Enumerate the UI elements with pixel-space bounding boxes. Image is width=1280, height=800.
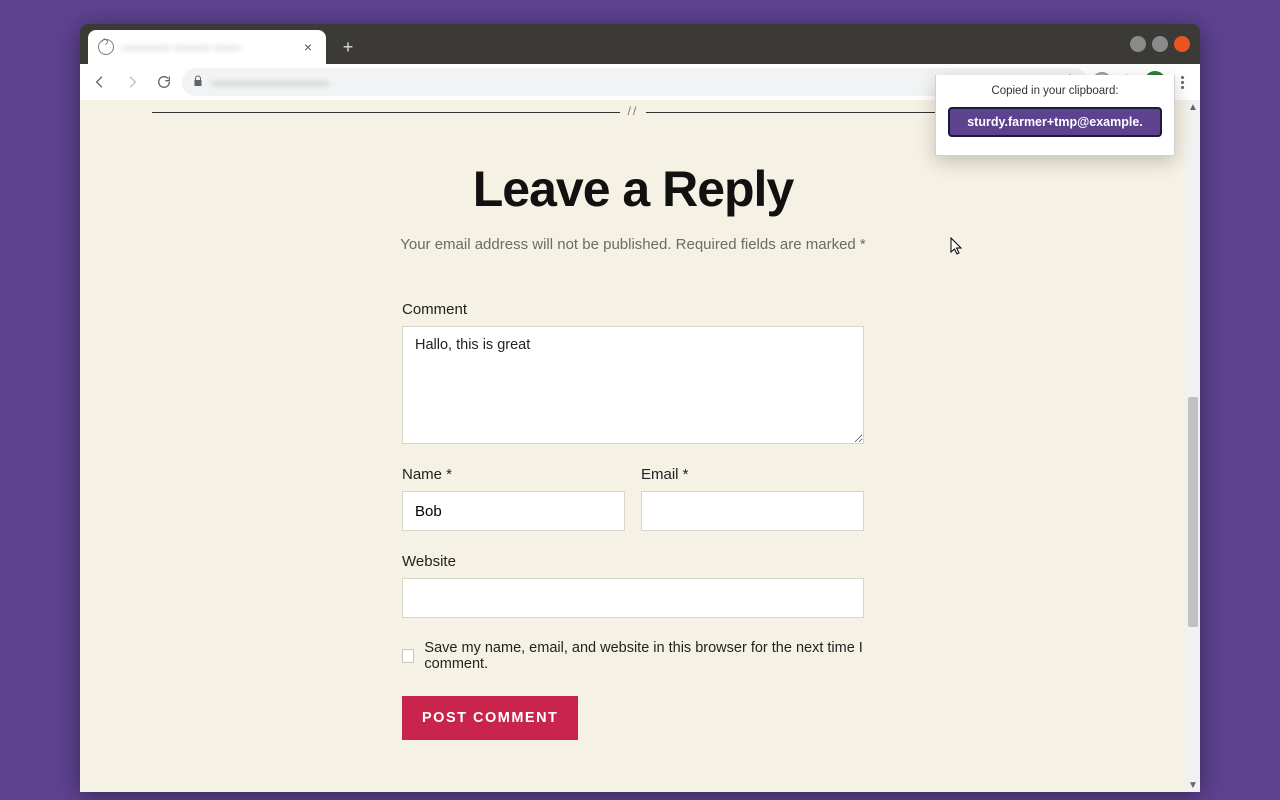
- window-controls: [1130, 36, 1190, 52]
- vertical-scrollbar[interactable]: ▲ ▼: [1186, 100, 1200, 792]
- comment-textarea[interactable]: <span class="spellerr">Hallo</span>, thi…: [402, 326, 864, 444]
- post-comment-button[interactable]: POST COMMENT: [402, 696, 578, 740]
- browser-tab[interactable]: ———— ——— -—— ×: [88, 30, 326, 64]
- save-info-label: Save my name, email, and website in this…: [424, 640, 864, 672]
- window-minimize-button[interactable]: [1130, 36, 1146, 52]
- tab-strip: ———— ——— -—— × +: [80, 24, 1200, 64]
- page-viewport: Leave a Reply Your email address will no…: [80, 100, 1200, 792]
- comment-label: Comment: [402, 301, 864, 318]
- scroll-down-arrow[interactable]: ▼: [1186, 778, 1200, 792]
- new-tab-button[interactable]: +: [334, 33, 362, 61]
- url-text: —————————: [212, 75, 1054, 90]
- forward-button[interactable]: [118, 68, 146, 96]
- popup-message: Copied in your clipboard:: [991, 85, 1118, 97]
- scroll-thumb[interactable]: [1188, 397, 1198, 627]
- comment-form: Comment <span class="spellerr">Hallo</sp…: [402, 301, 864, 740]
- extension-popup: Copied in your clipboard: sturdy.farmer+…: [935, 75, 1175, 156]
- tab-title: ———— ——— -——: [122, 40, 292, 54]
- email-label: Email *: [641, 466, 864, 483]
- mouse-cursor: [950, 237, 964, 257]
- window-maximize-button[interactable]: [1152, 36, 1168, 52]
- lock-icon: [192, 75, 204, 90]
- name-label: Name *: [402, 466, 625, 483]
- back-button[interactable]: [86, 68, 114, 96]
- email-input[interactable]: [641, 491, 864, 531]
- reload-button[interactable]: [150, 68, 178, 96]
- scroll-up-arrow[interactable]: ▲: [1186, 100, 1200, 114]
- save-info-checkbox[interactable]: [402, 649, 414, 663]
- website-label: Website: [402, 553, 864, 570]
- required-fields-note: Your email address will not be published…: [400, 236, 866, 253]
- globe-icon: [98, 39, 114, 55]
- name-input[interactable]: [402, 491, 625, 531]
- copied-email-field[interactable]: sturdy.farmer+tmp@example.: [948, 107, 1162, 137]
- website-input[interactable]: [402, 578, 864, 618]
- window-close-button[interactable]: [1174, 36, 1190, 52]
- tab-close-button[interactable]: ×: [300, 39, 316, 55]
- page-heading: Leave a Reply: [473, 160, 794, 218]
